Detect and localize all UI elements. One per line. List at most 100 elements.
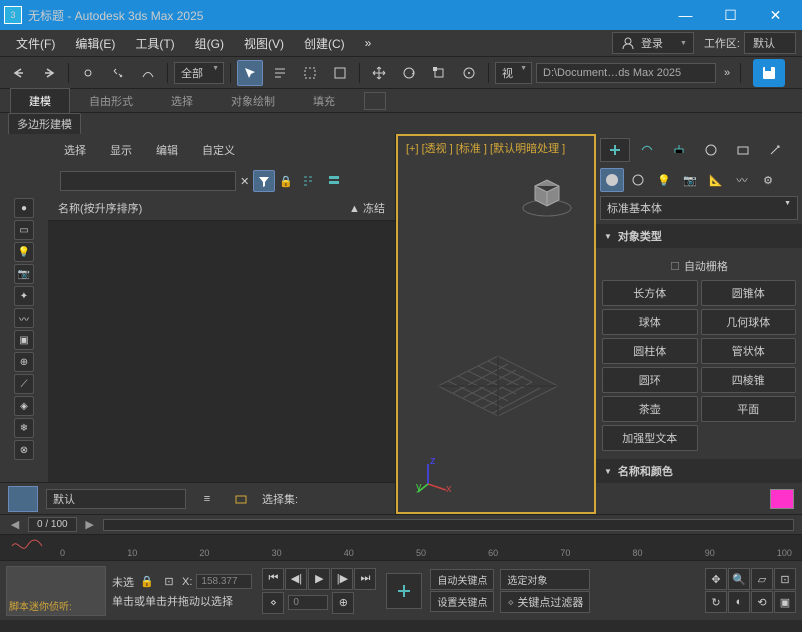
select-object-button[interactable] bbox=[237, 60, 263, 86]
move-button[interactable] bbox=[366, 60, 392, 86]
save-button[interactable] bbox=[753, 59, 785, 87]
menu-view[interactable]: 视图(V) bbox=[234, 31, 294, 56]
scene-search-input[interactable] bbox=[60, 171, 236, 191]
fov-button[interactable]: ▱ bbox=[751, 568, 773, 590]
login-button[interactable]: 登录 bbox=[612, 32, 694, 54]
autogrid-checkbox[interactable]: ☐ 自动栅格 bbox=[600, 254, 798, 278]
col-freeze[interactable]: ▲ 冻结 bbox=[349, 200, 385, 216]
tab-modify[interactable] bbox=[632, 138, 662, 162]
maxscript-listener[interactable]: 脚本迷你侦听: bbox=[6, 566, 106, 616]
btn-plane[interactable]: 平面 bbox=[701, 396, 797, 422]
btn-sphere[interactable]: 球体 bbox=[602, 309, 698, 335]
spacewarps-icon[interactable]: 〰 bbox=[730, 168, 754, 192]
roll-button[interactable]: ⟲ bbox=[751, 591, 773, 613]
unlink-button[interactable] bbox=[105, 60, 131, 86]
scene-list[interactable]: 名称(按升序排序) ▲ 冻结 bbox=[48, 196, 395, 482]
polymodeling-tab[interactable]: 多边形建模 bbox=[8, 113, 81, 135]
menu-tools[interactable]: 工具(T) bbox=[125, 31, 184, 56]
btn-cylinder[interactable]: 圆柱体 bbox=[602, 338, 698, 364]
ribbon-tab-selection[interactable]: 选择 bbox=[152, 88, 212, 114]
filter-camera-icon[interactable]: 📷 bbox=[14, 264, 34, 284]
select-by-name-button[interactable] bbox=[267, 60, 293, 86]
zoom-button[interactable]: 🔍 bbox=[728, 568, 750, 590]
time-track[interactable] bbox=[103, 519, 794, 531]
goto-end-button[interactable]: ⏭ bbox=[354, 568, 376, 590]
menu-create[interactable]: 创建(C) bbox=[294, 31, 355, 56]
zoom-extents-button[interactable]: ⊡ bbox=[774, 568, 796, 590]
time-config-button[interactable]: ⊕ bbox=[332, 592, 354, 614]
primitive-dropdown[interactable]: 标准基本体 bbox=[600, 196, 798, 220]
geometry-icon[interactable] bbox=[600, 168, 624, 192]
selection-filter-dropdown[interactable]: 全部 bbox=[174, 62, 224, 84]
btn-cone[interactable]: 圆锥体 bbox=[701, 280, 797, 306]
tab-utilities[interactable] bbox=[760, 138, 790, 162]
maximize-viewport-button[interactable]: ▣ bbox=[774, 591, 796, 613]
minimize-button[interactable]: — bbox=[663, 0, 708, 30]
redo-button[interactable] bbox=[36, 60, 62, 86]
menu-edit[interactable]: 编辑(E) bbox=[65, 31, 125, 56]
btn-geosphere[interactable]: 几何球体 bbox=[701, 309, 797, 335]
key-mode-button[interactable]: ⋄ bbox=[262, 592, 284, 614]
btn-tube[interactable]: 管状体 bbox=[701, 338, 797, 364]
scene-tab-edit[interactable]: 编辑 bbox=[152, 140, 182, 160]
scene-tab-select[interactable]: 选择 bbox=[60, 140, 90, 160]
ribbon-expand-icon[interactable] bbox=[364, 92, 386, 110]
filter-geometry-icon[interactable]: ● bbox=[14, 198, 34, 218]
ribbon-tab-populate[interactable]: 填充 bbox=[294, 88, 354, 114]
timeline[interactable]: 0 10 20 30 40 50 60 70 80 90 100 bbox=[0, 534, 802, 560]
layer-stack-icon[interactable]: ≡ bbox=[194, 486, 220, 512]
play-button[interactable]: ▶ bbox=[308, 568, 330, 590]
filter-frozen-icon[interactable]: ❄ bbox=[14, 418, 34, 438]
large-key-button[interactable] bbox=[386, 573, 422, 609]
filter-spacewarp-icon[interactable]: 〰 bbox=[14, 308, 34, 328]
window-crossing-button[interactable] bbox=[327, 60, 353, 86]
nextframe-button[interactable]: ▶ bbox=[83, 518, 97, 532]
menu-group[interactable]: 组(G) bbox=[185, 31, 234, 56]
filter-bone-icon[interactable]: ⟋ bbox=[14, 374, 34, 394]
color-swatch[interactable] bbox=[770, 489, 794, 509]
clear-search-icon[interactable]: ✕ bbox=[240, 175, 249, 188]
autokey-button[interactable]: 自动关键点 bbox=[430, 569, 494, 590]
filter-icon[interactable] bbox=[253, 170, 275, 192]
x-coord-input[interactable] bbox=[196, 574, 252, 589]
isolate-icon[interactable]: ⊡ bbox=[160, 573, 178, 591]
lock-icon[interactable]: 🔒 bbox=[279, 175, 293, 188]
layer-thumb[interactable] bbox=[8, 486, 38, 512]
btn-torus[interactable]: 圆环 bbox=[602, 367, 698, 393]
layer-by-icon[interactable] bbox=[228, 486, 254, 512]
scale-button[interactable] bbox=[426, 60, 452, 86]
filter-light-icon[interactable]: 💡 bbox=[14, 242, 34, 262]
close-button[interactable]: ✕ bbox=[753, 0, 798, 30]
menu-more[interactable]: » bbox=[355, 32, 382, 54]
viewport[interactable]: [+] [透视 ] [标准 ] [默认明暗处理 ] z x y bbox=[396, 134, 596, 514]
helpers-icon[interactable]: 📐 bbox=[704, 168, 728, 192]
scene-tab-display[interactable]: 显示 bbox=[106, 140, 136, 160]
btn-teapot[interactable]: 茶壶 bbox=[602, 396, 698, 422]
lights-icon[interactable]: 💡 bbox=[652, 168, 676, 192]
toolbar-overflow[interactable]: » bbox=[720, 67, 734, 79]
lock-selection-icon[interactable]: 🔒 bbox=[138, 573, 156, 591]
layer-input[interactable] bbox=[46, 489, 186, 509]
systems-icon[interactable]: ⚙ bbox=[756, 168, 780, 192]
cameras-icon[interactable]: 📷 bbox=[678, 168, 702, 192]
menu-file[interactable]: 文件(F) bbox=[6, 31, 65, 56]
viewport-label[interactable]: [+] [透视 ] [标准 ] [默认明暗处理 ] bbox=[406, 140, 565, 156]
tab-create[interactable] bbox=[600, 138, 630, 162]
next-frame-button[interactable]: |▶ bbox=[331, 568, 353, 590]
scene-tab-custom[interactable]: 自定义 bbox=[198, 140, 239, 160]
selected-obj-button[interactable]: 选定对象 bbox=[500, 569, 590, 590]
project-path[interactable]: D:\Document…ds Max 2025 bbox=[536, 63, 716, 83]
btn-box[interactable]: 长方体 bbox=[602, 280, 698, 306]
tab-motion[interactable] bbox=[696, 138, 726, 162]
col-name[interactable]: 名称(按升序排序) bbox=[58, 200, 142, 216]
select-region-button[interactable] bbox=[297, 60, 323, 86]
dolly-button[interactable]: ◐ bbox=[728, 591, 750, 613]
btn-textplus[interactable]: 加强型文本 bbox=[602, 425, 698, 451]
filter-helper-icon[interactable]: ✦ bbox=[14, 286, 34, 306]
curve-icon[interactable] bbox=[10, 539, 50, 553]
time-slider[interactable]: 0 / 100 bbox=[28, 517, 77, 532]
viewcube[interactable] bbox=[520, 166, 574, 220]
orbit-button[interactable]: ↻ bbox=[705, 591, 727, 613]
rollout-objtype[interactable]: 对象类型 bbox=[596, 224, 802, 248]
ref-coord-dropdown[interactable]: 视 bbox=[495, 62, 532, 84]
